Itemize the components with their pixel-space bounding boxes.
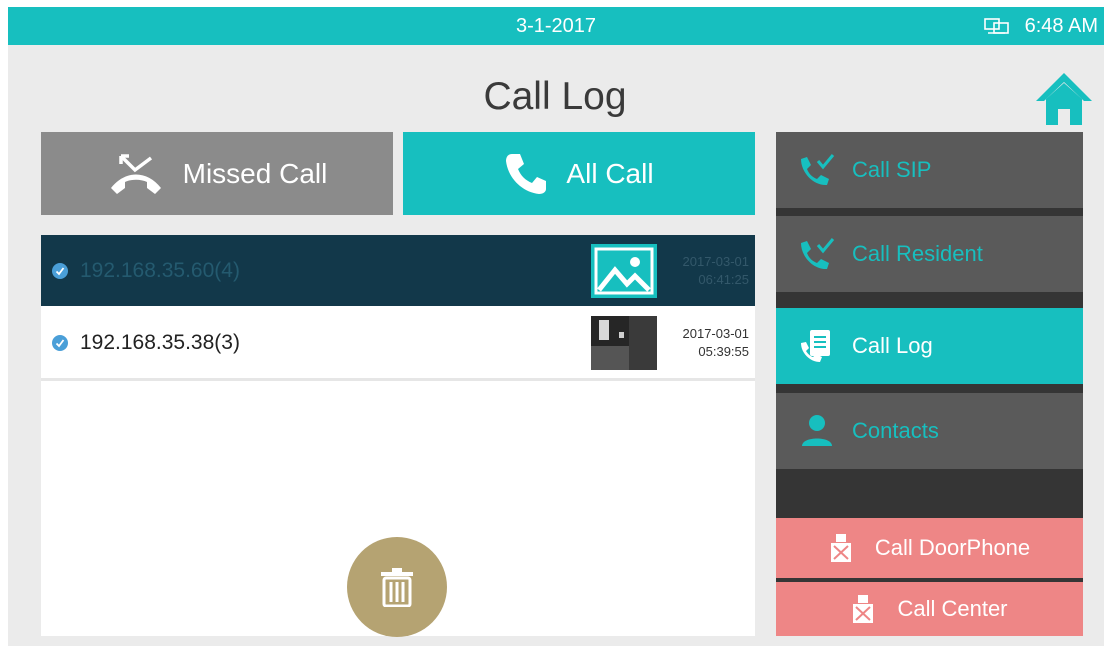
call-resident-icon — [801, 238, 835, 270]
call-address: 192.168.35.38(3) — [80, 330, 240, 354]
call-time: 05:39:55 — [698, 343, 749, 359]
trash-icon — [381, 568, 413, 607]
check-icon — [52, 334, 68, 351]
status-bar: 3-1-2017 6:48 AM — [8, 7, 1104, 45]
menu-label: Call Log — [852, 333, 933, 358]
status-time: 6:48 AM — [1024, 14, 1098, 37]
log-row[interactable]: 192.168.35.38(3) 2017-03-01 05:39:55 — [41, 307, 755, 381]
side-menu: Call SIP Call Resident Call Log Contacts… — [776, 132, 1083, 636]
call-log-list: 192.168.35.60(4) 2017-03-01 06:41:25 192… — [41, 235, 755, 637]
phone-icon — [506, 153, 547, 194]
all-call-button[interactable]: All Call — [403, 132, 755, 215]
call-date: 2017-03-01 — [682, 325, 750, 341]
call-doorphone-button[interactable]: Call DoorPhone — [776, 518, 1083, 578]
call-center-icon — [853, 595, 874, 623]
call-sip-icon — [801, 154, 835, 186]
call-log-icon — [801, 330, 830, 362]
call-center-label: Call Center — [897, 596, 1008, 621]
delete-button[interactable] — [347, 537, 447, 637]
menu-item-call-log[interactable]: Call Log — [776, 308, 1083, 384]
home-icon[interactable] — [1032, 69, 1096, 129]
missed-call-button[interactable]: Missed Call — [41, 132, 393, 215]
menu-item-call-resident[interactable]: Call Resident — [776, 216, 1083, 292]
missed-call-icon — [110, 153, 161, 194]
call-date: 2017-03-01 — [682, 253, 750, 269]
status-right: 6:48 AM — [983, 7, 1098, 45]
image-placeholder-icon[interactable] — [591, 243, 657, 298]
menu-label: Contacts — [852, 418, 939, 443]
camera-snapshot[interactable] — [591, 315, 657, 370]
status-date: 3-1-2017 — [515, 15, 597, 37]
check-icon — [52, 262, 68, 279]
call-center-button[interactable]: Call Center — [776, 582, 1083, 636]
doorphone-icon — [830, 534, 851, 562]
menu-item-contacts[interactable]: Contacts — [776, 393, 1083, 469]
contacts-icon — [802, 415, 832, 446]
menu-label: Call SIP — [852, 157, 932, 182]
all-call-label: All Call — [566, 157, 654, 189]
call-time: 06:41:25 — [698, 271, 749, 287]
device-screen: 3-1-2017 6:48 AM Call Log Missed Call Al… — [8, 7, 1104, 646]
menu-item-call-sip[interactable]: Call SIP — [776, 132, 1083, 208]
call-timestamp: 2017-03-01 06:41:25 — [669, 253, 750, 289]
missed-call-label: Missed Call — [182, 157, 328, 189]
page-title: Call Log — [483, 75, 627, 118]
log-row-selected[interactable]: 192.168.35.60(4) 2017-03-01 06:41:25 — [41, 235, 755, 306]
menu-label: Call Resident — [852, 241, 983, 266]
call-timestamp: 2017-03-01 05:39:55 — [669, 325, 750, 361]
network-icon — [983, 18, 1009, 34]
call-doorphone-label: Call DoorPhone — [874, 535, 1031, 560]
call-address: 192.168.35.60(4) — [80, 258, 240, 282]
